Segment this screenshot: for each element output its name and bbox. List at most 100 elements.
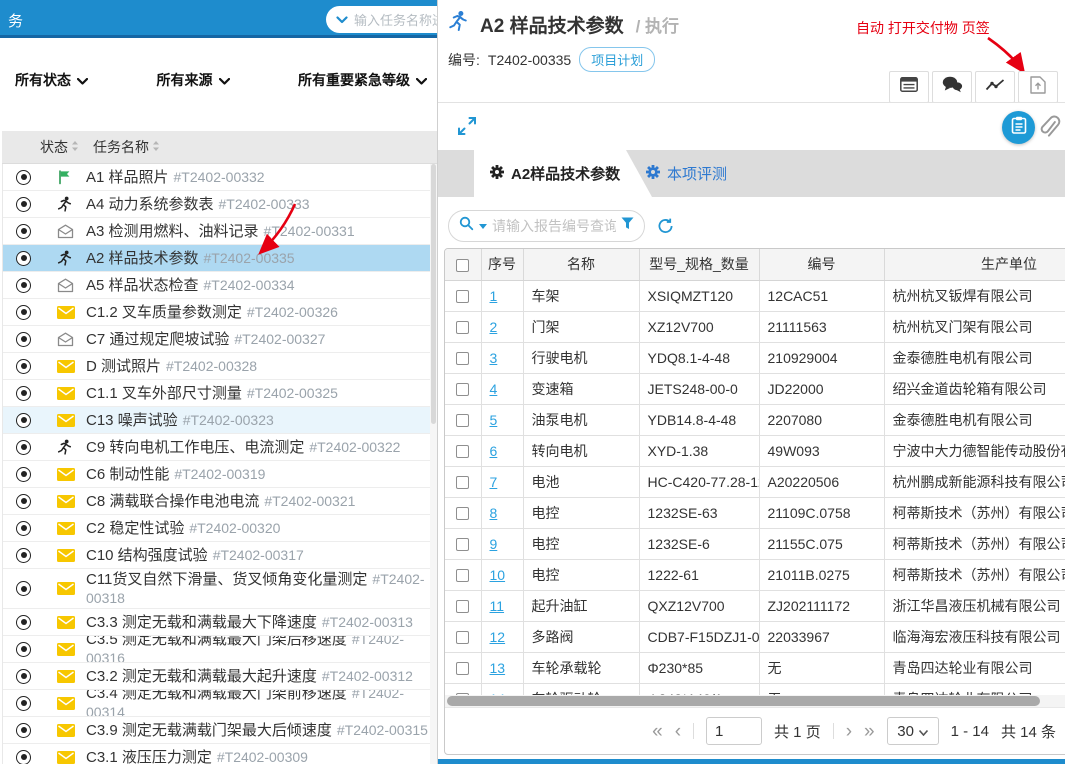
task-row[interactable]: C8 满载联合操作电池电流 #T2402-00321 bbox=[3, 488, 430, 515]
task-name[interactable]: C6 制动性能 bbox=[86, 466, 169, 483]
row-number-link[interactable]: 13 bbox=[490, 660, 506, 676]
row-checkbox[interactable] bbox=[456, 538, 470, 552]
task-name[interactable]: A5 样品状态检查 bbox=[86, 277, 199, 294]
row-number-link[interactable]: 12 bbox=[490, 629, 506, 645]
task-name[interactable]: C11货叉自然下滑量、货叉倾角变化量测定 bbox=[86, 571, 367, 588]
task-name[interactable]: C3.4 测定无载和满载最大门架前移速度 bbox=[86, 690, 347, 702]
row-checkbox[interactable] bbox=[456, 507, 470, 521]
task-name[interactable]: A1 样品照片 bbox=[86, 169, 169, 186]
task-row[interactable]: C1.1 叉车外部尺寸测量 #T2402-00325 bbox=[3, 380, 430, 407]
row-checkbox[interactable] bbox=[456, 600, 470, 614]
task-status-radio[interactable] bbox=[16, 668, 31, 684]
attachment-paperclip-icon[interactable] bbox=[1038, 115, 1062, 141]
report-search-input[interactable]: 请输入报告编号查询 bbox=[448, 210, 645, 242]
chevron-down-icon[interactable] bbox=[479, 217, 487, 235]
task-name[interactable]: C9 转向电机工作电压、电流测定 bbox=[86, 439, 304, 456]
task-row[interactable]: C7 通过规定爬坡试验 #T2402-00327 bbox=[3, 326, 430, 353]
task-row[interactable]: C10 结构强度试验 #T2402-00317 bbox=[3, 542, 430, 569]
row-checkbox[interactable] bbox=[456, 352, 470, 366]
task-status-radio[interactable] bbox=[16, 169, 31, 185]
task-status-radio[interactable] bbox=[16, 641, 31, 657]
row-checkbox[interactable] bbox=[456, 569, 470, 583]
task-name[interactable]: C3.1 液压压力测定 bbox=[86, 749, 212, 764]
row-checkbox[interactable] bbox=[456, 662, 470, 676]
row-number-link[interactable]: 4 bbox=[490, 381, 498, 397]
task-status-radio[interactable] bbox=[16, 331, 31, 347]
task-row[interactable]: C1.2 叉车质量参数测定 #T2402-00326 bbox=[3, 299, 430, 326]
task-status-radio[interactable] bbox=[16, 520, 31, 536]
task-name[interactable]: C3.5 测定无载和满载最大门架后移速度 bbox=[86, 636, 347, 648]
task-row[interactable]: C6 制动性能 #T2402-00319 bbox=[3, 461, 430, 488]
tab-a2-sample-parameters[interactable]: A2样品技术参数 bbox=[474, 150, 652, 197]
task-row[interactable]: A5 样品状态检查 #T2402-00334 bbox=[3, 272, 430, 299]
task-status-radio[interactable] bbox=[16, 466, 31, 482]
task-row[interactable]: C9 转向电机工作电压、电流测定 #T2402-00322 bbox=[3, 434, 430, 461]
page-size-select[interactable]: 30 bbox=[886, 717, 939, 745]
task-name[interactable]: C3.9 测定无载满载门架最大后倾速度 bbox=[86, 722, 332, 739]
task-row[interactable]: C13 噪声试验 #T2402-00323 bbox=[3, 407, 430, 434]
row-checkbox[interactable] bbox=[456, 445, 470, 459]
row-checkbox[interactable] bbox=[456, 290, 470, 304]
select-all-checkbox[interactable] bbox=[456, 259, 470, 273]
task-name[interactable]: A2 样品技术参数 bbox=[86, 250, 199, 267]
task-name[interactable]: C3.2 测定无载和满载最大起升速度 bbox=[86, 668, 317, 685]
row-checkbox[interactable] bbox=[456, 414, 470, 428]
task-status-radio[interactable] bbox=[16, 581, 31, 596]
task-status-radio[interactable] bbox=[16, 614, 31, 630]
row-number-link[interactable]: 3 bbox=[490, 350, 498, 366]
task-status-radio[interactable] bbox=[16, 695, 31, 711]
task-status-radio[interactable] bbox=[16, 439, 31, 455]
column-header-status[interactable]: 状态 bbox=[40, 137, 79, 157]
filter-source-dropdown[interactable]: 所有来源 bbox=[157, 70, 230, 90]
task-row[interactable]: A3 检测用燃料、油料记录 #T2402-00331 bbox=[3, 218, 430, 245]
prev-page-button[interactable]: ‹ bbox=[675, 722, 681, 741]
project-plan-tag[interactable]: 项目计划 bbox=[579, 47, 656, 72]
task-name[interactable]: C3.3 测定无载和满载最大下降速度 bbox=[86, 614, 317, 631]
task-name[interactable]: C10 结构强度试验 bbox=[86, 547, 208, 564]
row-number-link[interactable]: 9 bbox=[490, 536, 498, 552]
sort-icon[interactable] bbox=[71, 139, 79, 155]
sort-icon[interactable] bbox=[152, 139, 160, 155]
task-row[interactable]: C3.5 测定无载和满载最大门架后移速度 #T2402-00316 bbox=[3, 636, 430, 663]
task-status-radio[interactable] bbox=[16, 385, 31, 401]
task-status-radio[interactable] bbox=[16, 304, 31, 320]
task-name[interactable]: C2 稳定性试验 bbox=[86, 520, 184, 537]
task-status-radio[interactable] bbox=[16, 196, 31, 212]
first-page-button[interactable]: « bbox=[652, 722, 663, 741]
activity-chart-button[interactable] bbox=[975, 71, 1015, 103]
task-row[interactable]: C3.4 测定无载和满载最大门架前移速度 #T2402-00314 bbox=[3, 690, 430, 717]
row-number-link[interactable]: 7 bbox=[490, 474, 498, 490]
task-name[interactable]: C1.1 叉车外部尺寸测量 bbox=[86, 385, 242, 402]
task-status-radio[interactable] bbox=[16, 547, 31, 563]
row-checkbox[interactable] bbox=[456, 476, 470, 490]
scrollbar-thumb[interactable] bbox=[447, 696, 1040, 706]
task-search-input[interactable]: 输入任务名称进行 bbox=[326, 6, 437, 33]
deliverable-upload-button[interactable] bbox=[1018, 71, 1058, 103]
task-row[interactable]: C3.9 测定无载满载门架最大后倾速度 #T2402-00315 bbox=[3, 717, 430, 744]
row-number-link[interactable]: 11 bbox=[490, 598, 505, 614]
scrollbar-thumb[interactable] bbox=[431, 164, 436, 424]
filter-status-dropdown[interactable]: 所有状态 bbox=[15, 70, 89, 90]
task-row[interactable]: D 测试照片 #T2402-00328 bbox=[3, 353, 430, 380]
task-row[interactable]: C3.3 测定无载和满载最大下降速度 #T2402-00313 bbox=[3, 609, 430, 636]
filter-priority-dropdown[interactable]: 所有重要紧急等级 bbox=[298, 70, 428, 90]
task-row[interactable]: C3.2 测定无载和满载最大起升速度 #T2402-00312 bbox=[3, 663, 430, 690]
task-status-radio[interactable] bbox=[16, 250, 31, 266]
last-page-button[interactable]: » bbox=[864, 722, 875, 741]
row-checkbox[interactable] bbox=[456, 383, 470, 397]
task-row[interactable]: A1 样品照片 #T2402-00332 bbox=[3, 164, 430, 191]
task-status-radio[interactable] bbox=[16, 722, 31, 738]
comments-button[interactable] bbox=[932, 71, 972, 103]
row-number-link[interactable]: 8 bbox=[490, 505, 498, 521]
column-header-task-name[interactable]: 任务名称 bbox=[93, 137, 160, 157]
task-name[interactable]: A3 检测用燃料、油料记录 bbox=[86, 223, 259, 240]
detail-form-button[interactable] bbox=[889, 71, 929, 103]
horizontal-scrollbar[interactable] bbox=[445, 695, 1065, 708]
task-row[interactable]: C11货叉自然下滑量、货叉倾角变化量测定 #T2402-00318 bbox=[3, 569, 430, 609]
row-number-link[interactable]: 6 bbox=[490, 443, 498, 459]
task-row[interactable]: A2 样品技术参数 #T2402-00335 bbox=[3, 245, 430, 272]
task-name[interactable]: C8 满载联合操作电池电流 bbox=[86, 493, 259, 510]
task-status-radio[interactable] bbox=[16, 358, 31, 374]
next-page-button[interactable]: › bbox=[846, 722, 852, 741]
task-status-radio[interactable] bbox=[16, 493, 31, 509]
